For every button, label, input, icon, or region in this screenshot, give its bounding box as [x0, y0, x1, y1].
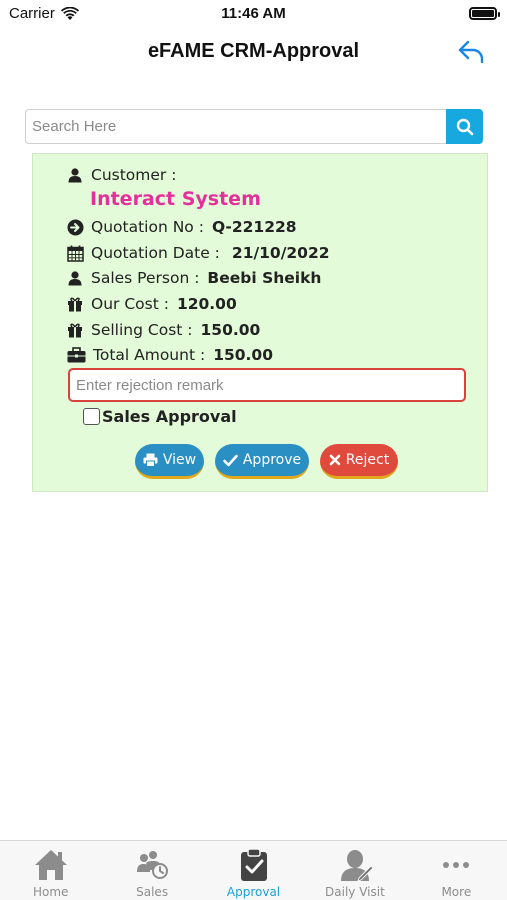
total-amount-value: 150.00: [213, 346, 274, 364]
view-button[interactable]: View: [135, 444, 204, 479]
sales-person-row: Sales Person : Beebi Sheikh: [67, 269, 321, 287]
close-icon: [329, 454, 341, 466]
battery-icon: [469, 7, 500, 20]
quotation-no-row: Quotation No : Q-221228: [67, 218, 297, 236]
more-icon: [436, 847, 476, 883]
customer-label: Customer :: [91, 166, 177, 184]
print-icon: [143, 453, 158, 467]
home-icon: [31, 847, 71, 883]
sales-person-label: Sales Person :: [91, 269, 200, 287]
user-icon: [67, 269, 87, 287]
user-icon: [67, 166, 87, 184]
check-icon: [223, 454, 238, 466]
daily-visit-icon: [335, 847, 375, 883]
tab-more[interactable]: More: [406, 841, 507, 900]
tab-approval[interactable]: Approval: [203, 841, 304, 900]
calendar-icon: [67, 244, 87, 262]
tab-sales-label: Sales: [136, 885, 169, 899]
reject-button-label: Reject: [345, 452, 390, 468]
sales-approval-checkbox[interactable]: Sales Approval: [83, 407, 237, 426]
quotation-no-value: Q-221228: [211, 218, 297, 236]
selling-cost-value: 150.00: [200, 321, 261, 339]
customer-name: Interact System: [90, 188, 261, 210]
page-title: eFAME CRM-Approval: [147, 40, 360, 62]
reject-button[interactable]: Reject: [320, 444, 398, 479]
approve-button-label: Approve: [242, 452, 302, 468]
quotation-date-value: 21/10/2022: [231, 244, 330, 262]
reply-arrow-icon: [458, 40, 484, 64]
approval-icon: [234, 847, 274, 883]
view-button-label: View: [162, 452, 197, 468]
search-icon: [456, 118, 473, 135]
selling-cost-label: Selling Cost :: [91, 321, 193, 339]
search-input[interactable]: [25, 109, 446, 144]
checkbox-box[interactable]: [83, 408, 100, 425]
tab-daily-visit-label: Daily Visit: [325, 885, 385, 899]
total-amount-label: Total Amount :: [93, 346, 206, 364]
approve-button[interactable]: Approve: [215, 444, 309, 479]
search-button[interactable]: [446, 109, 483, 144]
customer-row: Customer :: [67, 166, 176, 184]
quotation-date-row: Quotation Date : 21/10/2022: [67, 244, 330, 262]
quotation-no-label: Quotation No :: [91, 218, 204, 236]
tab-more-label: More: [441, 885, 472, 899]
tab-home-label: Home: [32, 885, 69, 899]
sales-person-value: Beebi Sheikh: [207, 269, 322, 287]
tab-sales[interactable]: Sales: [101, 841, 202, 900]
total-amount-row: Total Amount : 150.00: [67, 346, 273, 364]
status-bar: Carrier 11:46 AM: [0, 0, 507, 30]
back-button[interactable]: [457, 39, 485, 65]
gift-icon: [67, 321, 87, 339]
tab-home[interactable]: Home: [0, 841, 101, 900]
briefcase-icon: [67, 346, 89, 364]
tab-daily-visit[interactable]: Daily Visit: [304, 841, 405, 900]
tab-approval-label: Approval: [226, 885, 281, 899]
quotation-card: Customer : Interact System Quotation No …: [32, 153, 488, 492]
navigation-bar: eFAME CRM-Approval: [0, 30, 507, 76]
tab-bar: Home Sales Approval Daily Visit More: [0, 840, 507, 900]
our-cost-label: Our Cost :: [91, 295, 169, 313]
selling-cost-row: Selling Cost : 150.00: [67, 321, 260, 339]
quotation-date-label: Quotation Date :: [91, 244, 220, 262]
status-time: 11:46 AM: [221, 5, 286, 22]
search-bar: [25, 109, 483, 144]
sales-icon: [132, 847, 172, 883]
rejection-remark-input[interactable]: [68, 368, 466, 402]
sales-approval-label: Sales Approval: [102, 407, 237, 426]
arrow-circle-right-icon: [67, 218, 87, 236]
our-cost-value: 120.00: [176, 295, 237, 313]
our-cost-row: Our Cost : 120.00: [67, 295, 237, 313]
gift-icon: [67, 295, 87, 313]
